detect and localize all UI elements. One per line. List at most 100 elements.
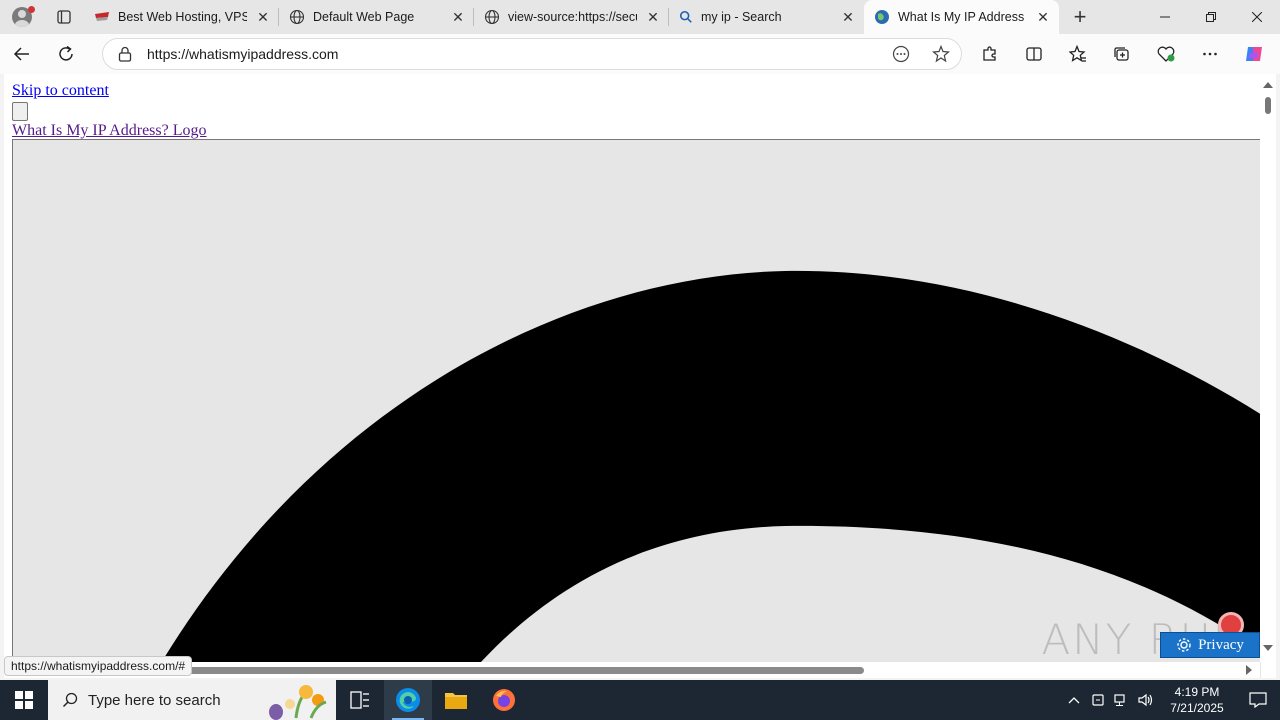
network-icon — [1114, 694, 1125, 706]
close-icon — [1252, 12, 1262, 22]
site-info-button[interactable] — [103, 46, 147, 62]
firefox-button[interactable] — [480, 680, 528, 720]
tab-strip: Best Web Hosting, VPS, D ✕ Default Web P… — [0, 0, 1280, 34]
tab-3[interactable]: my ip - Search ✕ — [669, 0, 864, 34]
notification-dot-icon — [28, 6, 35, 13]
favorites-star-icon — [1069, 45, 1086, 62]
speaker-icon — [1138, 693, 1153, 707]
task-view-button[interactable] — [336, 680, 384, 720]
refresh-icon — [59, 45, 73, 61]
edge-browser-icon — [396, 688, 420, 712]
heart-pulse-icon — [1157, 46, 1175, 62]
device-icon[interactable] — [1086, 693, 1110, 707]
tab-title: What Is My IP Address - S — [898, 10, 1027, 24]
show-hidden-icons-button[interactable] — [1062, 696, 1086, 704]
read-aloud-button[interactable] — [881, 45, 921, 63]
globe-icon — [484, 9, 500, 25]
firefox-icon — [493, 689, 515, 711]
system-tray: 4:19 PM 7/21/2025 — [1062, 680, 1280, 720]
tab-close-icon[interactable]: ✕ — [645, 9, 661, 25]
clock[interactable]: 4:19 PM 7/21/2025 — [1158, 684, 1236, 716]
profile-button[interactable] — [0, 0, 44, 34]
edge-taskbar-button[interactable] — [384, 680, 432, 720]
tab-2[interactable]: view-source:https://secur ✕ — [474, 0, 669, 34]
windows-logo-icon — [15, 691, 33, 709]
url-text[interactable]: https://whatismyipaddress.com — [147, 46, 881, 62]
back-arrow-icon — [13, 47, 29, 61]
browser-essentials-button[interactable] — [1144, 34, 1188, 74]
tab-title: Default Web Page — [313, 10, 415, 24]
search-icon — [62, 692, 78, 708]
puzzle-icon — [983, 46, 996, 61]
collections-button[interactable] — [1100, 34, 1144, 74]
gear-icon — [1177, 638, 1191, 652]
window-controls — [1142, 0, 1280, 34]
oversized-logo-graphic — [12, 139, 1261, 678]
windows-taskbar: Type here to search 4:19 PM 7/21/2025 — [0, 680, 1280, 720]
scroll-right-arrow-icon[interactable] — [1246, 665, 1252, 675]
tab-actions-icon — [57, 10, 71, 24]
browser-toolbar: https://whatismyipaddress.com — [0, 34, 1280, 74]
tab-close-icon[interactable]: ✕ — [450, 9, 466, 25]
settings-more-button[interactable] — [1188, 34, 1232, 74]
file-explorer-button[interactable] — [432, 680, 480, 720]
tab-actions-button[interactable] — [44, 0, 84, 34]
vertical-scrollbar[interactable] — [1260, 74, 1276, 662]
volume-button[interactable] — [1134, 693, 1158, 707]
folder-icon — [445, 693, 467, 709]
menu-toggle-button[interactable] — [12, 102, 28, 121]
new-tab-button[interactable]: + — [1059, 0, 1101, 34]
more-horizontal-icon — [1203, 52, 1217, 56]
task-view-icon — [350, 691, 369, 709]
minimize-icon — [1160, 16, 1170, 18]
link-status-bubble: https://whatismyipaddress.com/# — [4, 656, 193, 676]
scroll-up-arrow-icon[interactable] — [1263, 82, 1273, 88]
privacy-label: Privacy — [1198, 636, 1244, 653]
tab-close-icon[interactable]: ✕ — [840, 9, 856, 25]
usb-device-icon — [1092, 694, 1104, 706]
skip-to-content-link[interactable]: Skip to content — [12, 82, 207, 100]
extensions-button[interactable] — [968, 34, 1012, 74]
web-viewport: Skip to content What Is My IP Address? L… — [4, 74, 1276, 678]
hostinger-favicon-icon — [95, 12, 109, 21]
vertical-scroll-thumb[interactable] — [1265, 97, 1271, 114]
tab-1[interactable]: Default Web Page ✕ — [279, 0, 474, 34]
copilot-button[interactable] — [1232, 34, 1276, 74]
close-window-button[interactable] — [1234, 0, 1280, 34]
star-add-icon — [932, 45, 950, 63]
notification-center-button[interactable] — [1236, 692, 1280, 708]
copilot-icon — [1246, 47, 1262, 61]
minimize-button[interactable] — [1142, 0, 1188, 34]
more-dots-circle-icon — [892, 45, 910, 63]
split-screen-button[interactable] — [1012, 34, 1056, 74]
tab-4-active[interactable]: What Is My IP Address - S ✕ — [864, 0, 1059, 34]
tab-0[interactable]: Best Web Hosting, VPS, D ✕ — [84, 0, 279, 34]
horizontal-scroll-thumb[interactable] — [164, 667, 864, 674]
address-bar[interactable]: https://whatismyipaddress.com — [102, 38, 962, 70]
back-button[interactable] — [0, 34, 44, 74]
search-placeholder: Type here to search — [88, 691, 221, 709]
favorites-button[interactable] — [1056, 34, 1100, 74]
page-content: Skip to content What Is My IP Address? L… — [12, 82, 207, 140]
horizontal-scrollbar[interactable] — [4, 662, 1260, 678]
add-favorite-button[interactable] — [921, 45, 961, 63]
split-screen-icon — [1026, 47, 1042, 61]
taskbar-search-box[interactable]: Type here to search — [48, 680, 336, 720]
clock-time: 4:19 PM — [1174, 685, 1220, 699]
tab-close-icon[interactable]: ✕ — [1035, 9, 1051, 25]
refresh-button[interactable] — [44, 34, 88, 74]
privacy-button[interactable]: Privacy — [1160, 632, 1260, 658]
network-button[interactable] — [1110, 693, 1134, 707]
tab-title: view-source:https://secur — [508, 10, 637, 24]
clock-date: 7/21/2025 — [1170, 701, 1224, 715]
search-highlight-flowers-icon — [269, 685, 327, 720]
tab-close-icon[interactable]: ✕ — [255, 9, 271, 25]
restore-icon — [1206, 12, 1216, 22]
scroll-down-arrow-icon[interactable] — [1263, 645, 1273, 651]
notification-icon — [1249, 692, 1267, 708]
start-button[interactable] — [0, 680, 48, 720]
site-logo-link[interactable]: What Is My IP Address? Logo — [12, 122, 207, 140]
search-icon — [679, 10, 692, 23]
tab-title: Best Web Hosting, VPS, D — [118, 10, 247, 24]
restore-button[interactable] — [1188, 0, 1234, 34]
